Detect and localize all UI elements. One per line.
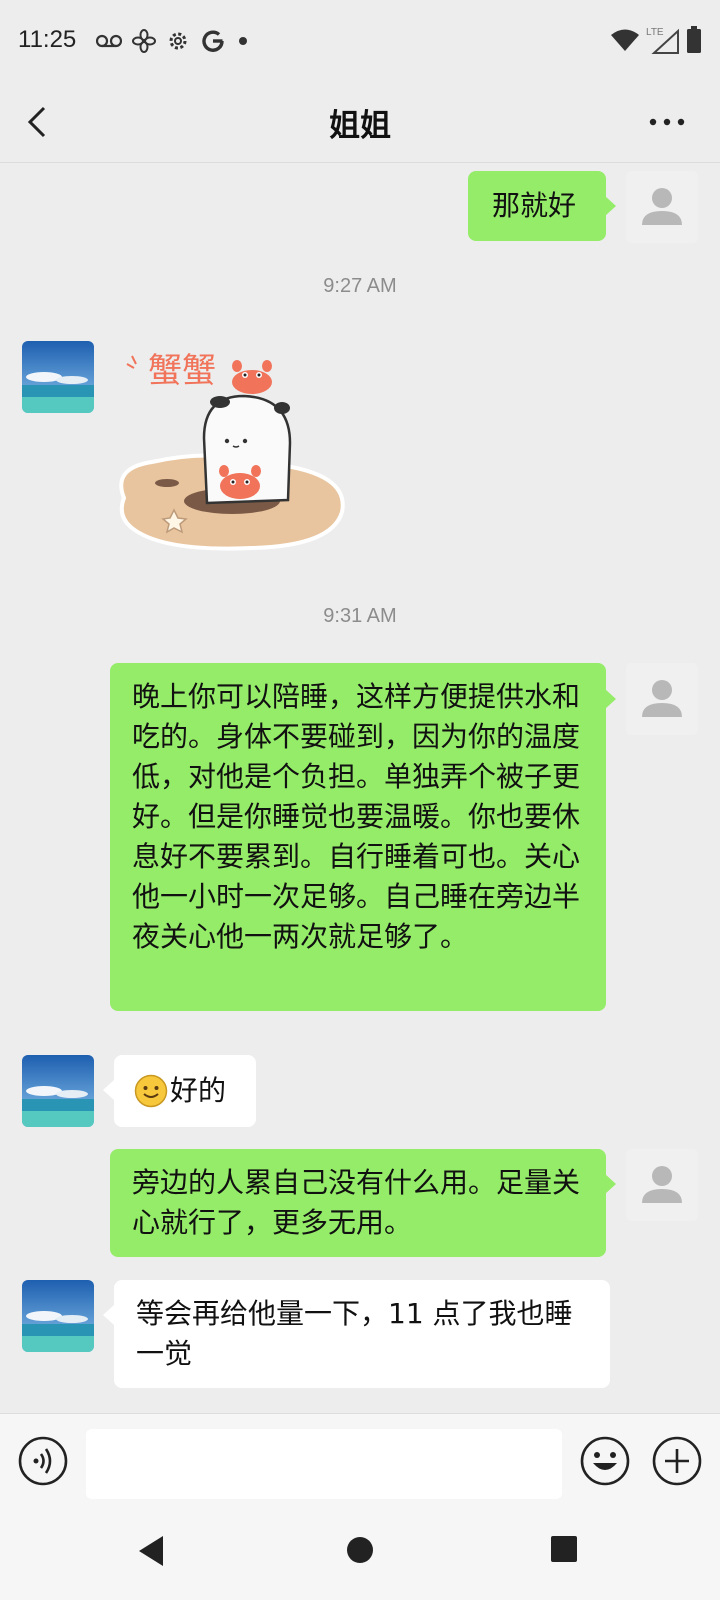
my-avatar[interactable] <box>626 663 698 735</box>
message-list[interactable]: 那就好 9:27 AM 蟹蟹 9:31 AM 晚上你可以陪睡，这样方便提供水和吃… <box>0 163 720 1413</box>
lte-signal-icon: LTE <box>646 27 679 54</box>
lte-label: LTE <box>646 27 664 38</box>
message-input-bar <box>0 1413 720 1508</box>
voicemail-icon <box>96 34 122 48</box>
sticker-crab-ghost[interactable]: 蟹蟹 <box>112 338 352 558</box>
google-icon <box>202 30 224 52</box>
beach-avatar-image <box>22 1055 94 1127</box>
settings-icon <box>169 32 187 50</box>
status-time: 11:25 <box>18 26 77 53</box>
message-bubble-received[interactable]: 等会再给他量一下，11 点了我也睡一觉 <box>114 1280 610 1388</box>
contact-avatar[interactable] <box>22 1055 94 1127</box>
crab-ghost-sticker-image: 蟹蟹 <box>119 351 345 551</box>
emoji-icon[interactable] <box>580 1436 630 1486</box>
home-circle-icon[interactable] <box>345 1535 375 1565</box>
back-triangle-icon[interactable] <box>136 1533 166 1569</box>
message-bubble-sent[interactable]: 旁边的人累自己没有什么用。足量关心就行了，更多无用。 <box>110 1149 606 1257</box>
bubble-tail <box>605 1174 616 1194</box>
my-avatar[interactable] <box>626 171 698 243</box>
default-user-icon <box>626 663 698 735</box>
voice-input-icon[interactable] <box>18 1436 68 1486</box>
wifi-icon <box>611 29 639 51</box>
plus-circle-icon[interactable] <box>652 1436 702 1486</box>
more-horizontal-icon[interactable] <box>644 102 690 142</box>
contact-avatar[interactable] <box>22 1280 94 1352</box>
message-text: 旁边的人累自己没有什么用。足量关心就行了，更多无用。 <box>132 1166 581 1239</box>
bubble-tail <box>103 1305 114 1325</box>
default-user-icon <box>626 1149 698 1221</box>
battery-icon <box>687 26 701 53</box>
message-text: 等会再给他量一下，11 点了我也睡一觉 <box>136 1297 573 1370</box>
message-text-input[interactable] <box>86 1429 562 1499</box>
sticker-text: 蟹蟹 <box>148 351 216 391</box>
status-bar: 11:25 LTE <box>0 0 720 84</box>
my-avatar[interactable] <box>626 1149 698 1221</box>
chat-header: 姐姐 <box>0 84 720 163</box>
default-user-icon <box>626 171 698 243</box>
message-bubble-sent[interactable]: 那就好 <box>468 171 606 241</box>
bubble-tail <box>103 1080 114 1100</box>
timestamp: 9:31 AM <box>323 605 397 627</box>
message-text: 晚上你可以陪睡，这样方便提供水和吃的。身体不要碰到，因为你的温度低，对他是个负担… <box>132 680 581 953</box>
message-bubble-received[interactable]: 好的 <box>114 1055 256 1127</box>
bubble-tail <box>605 689 616 709</box>
recents-square-icon[interactable] <box>550 1535 578 1563</box>
message-text: 那就好 <box>492 189 577 222</box>
dot-icon <box>239 37 247 45</box>
timestamp: 9:27 AM <box>323 275 397 297</box>
bubble-tail <box>605 196 616 216</box>
system-navigation-bar <box>0 1507 720 1600</box>
fan-icon <box>132 29 156 53</box>
message-text: 好的 <box>170 1074 227 1107</box>
beach-avatar-image <box>22 341 94 413</box>
beach-avatar-image <box>22 1280 94 1352</box>
contact-avatar[interactable] <box>22 341 94 413</box>
smile-emoji-icon <box>134 1074 168 1108</box>
chat-title: 姐姐 <box>329 108 391 144</box>
message-bubble-sent[interactable]: 晚上你可以陪睡，这样方便提供水和吃的。身体不要碰到，因为你的温度低，对他是个负担… <box>110 663 606 1011</box>
